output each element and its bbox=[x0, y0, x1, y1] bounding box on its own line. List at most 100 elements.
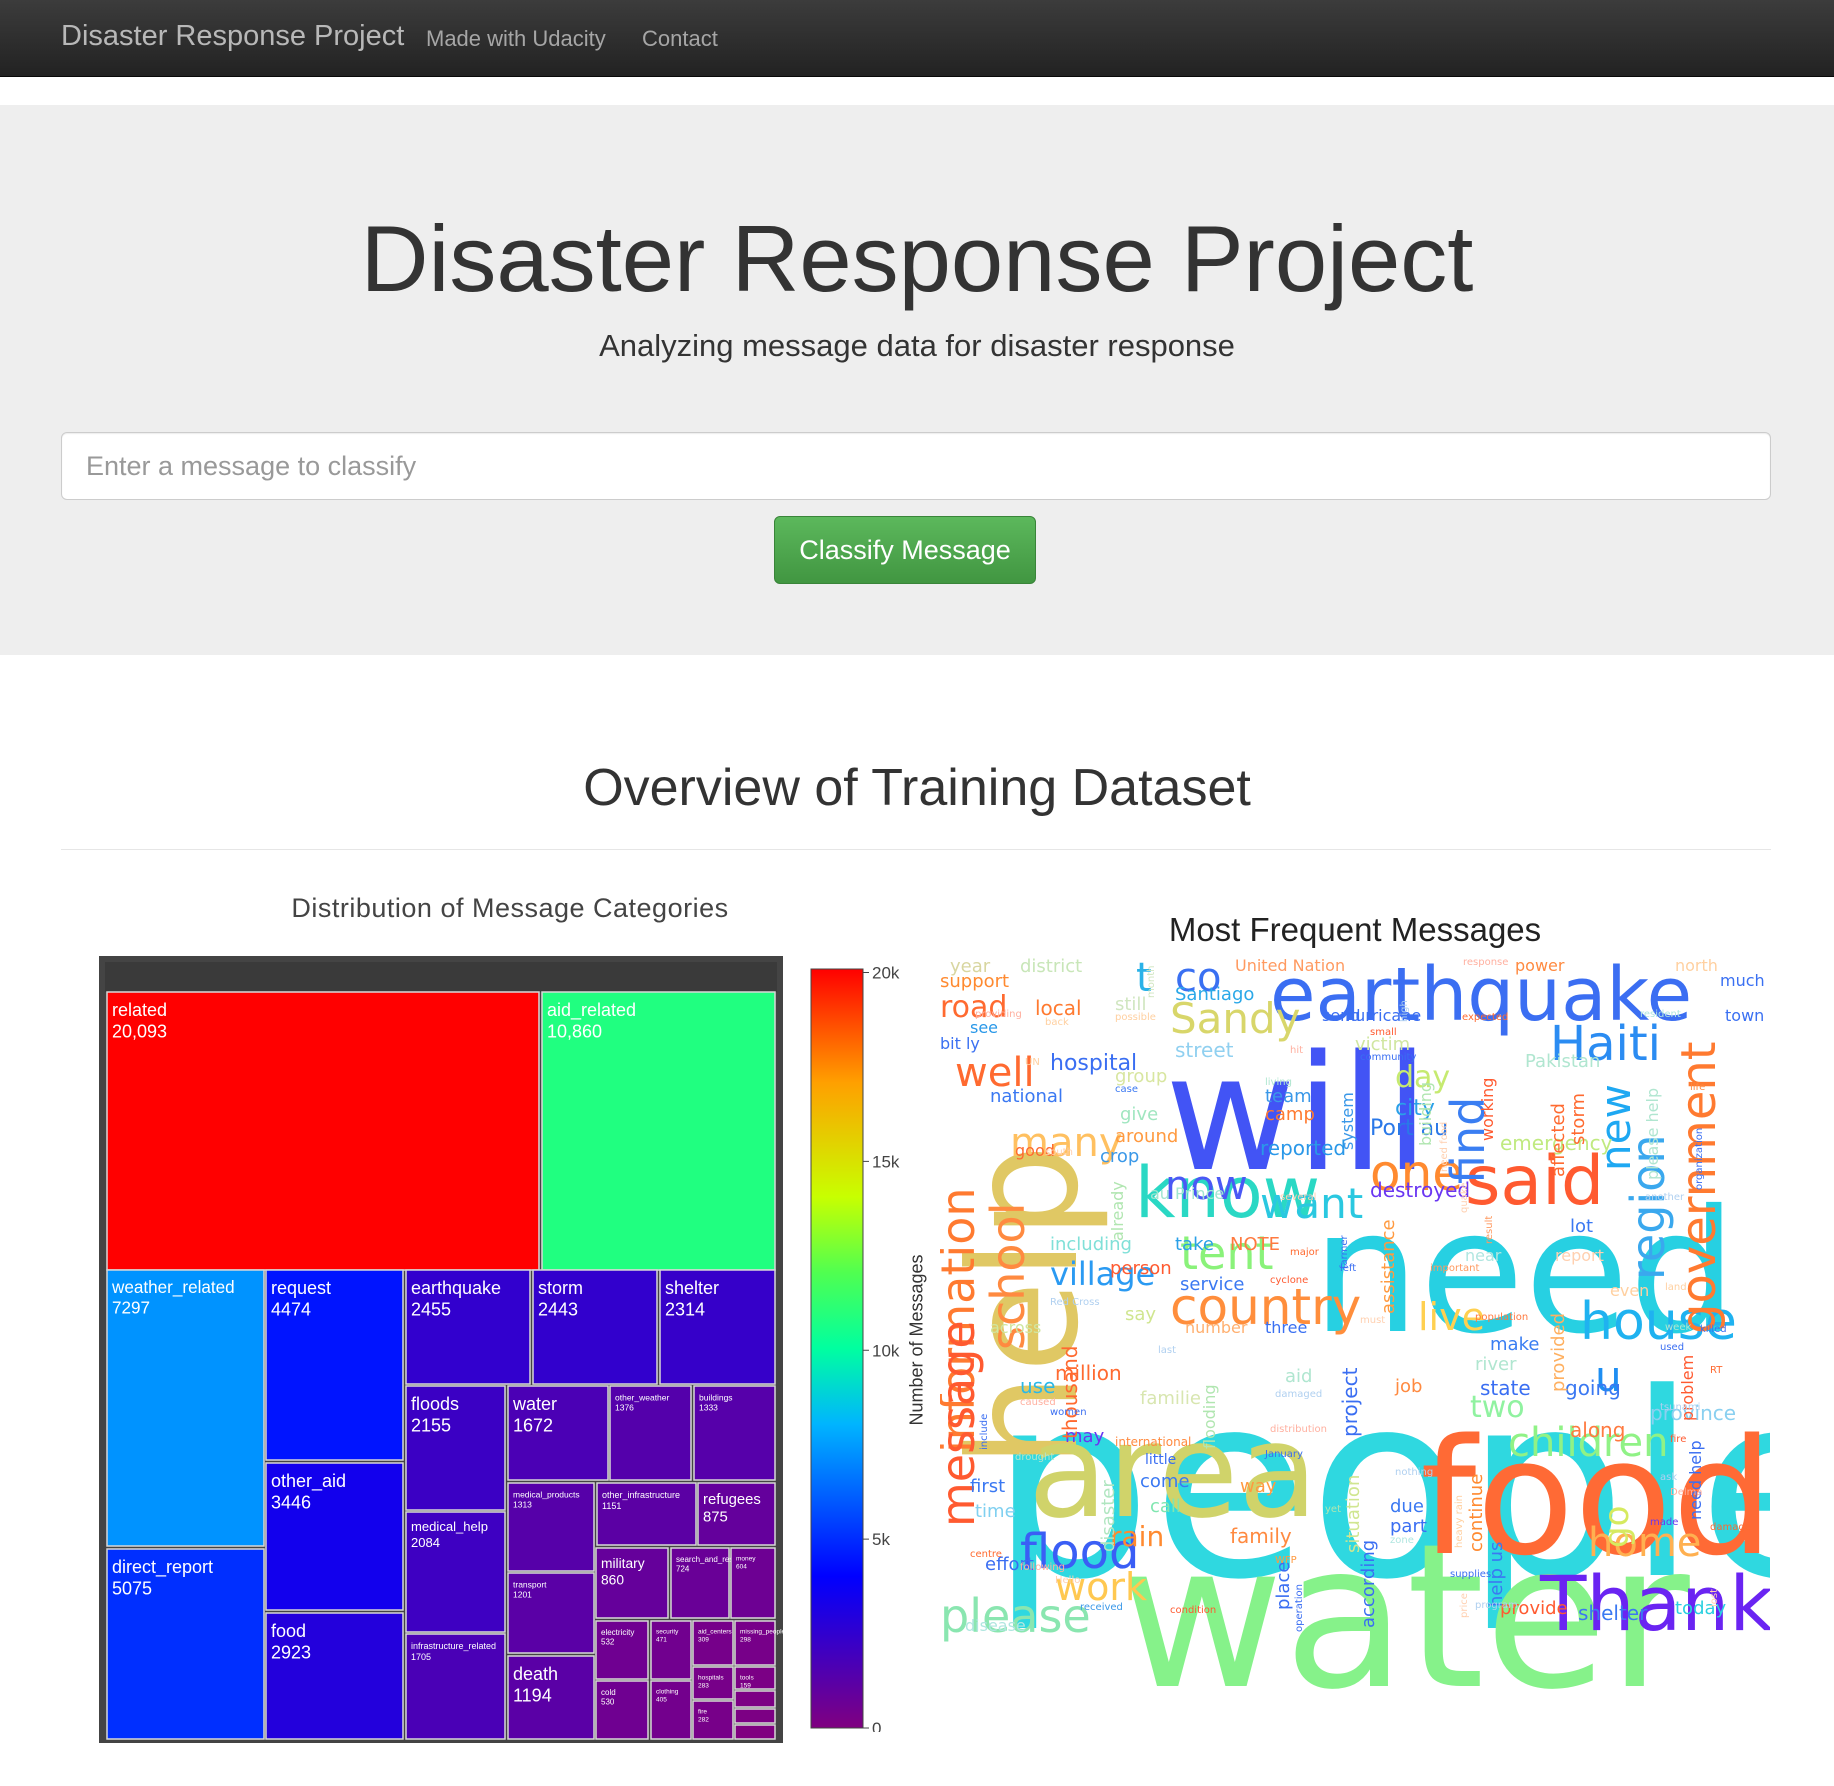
wordcloud-word: familie bbox=[1140, 1388, 1201, 1409]
wordcloud-word: service bbox=[1180, 1274, 1245, 1295]
wordcloud-word: international bbox=[1115, 1435, 1192, 1449]
treemap-tile-request[interactable] bbox=[265, 1269, 404, 1461]
colorbar-tick-label: 10k bbox=[872, 1341, 900, 1360]
wordcloud-word: storm bbox=[1568, 1092, 1589, 1145]
wordcloud-word: first bbox=[970, 1476, 1006, 1497]
wordcloud-word: high bbox=[1399, 1000, 1410, 1022]
wordcloud-word: bit ly bbox=[940, 1034, 980, 1053]
wordcloud-word: case bbox=[1115, 1084, 1138, 1095]
wordcloud-word: new bbox=[1591, 1083, 1640, 1171]
wordcloud-word: January bbox=[1265, 1449, 1303, 1460]
wordcloud-word: building bbox=[1416, 1081, 1435, 1146]
wordcloud-word: need food bbox=[1439, 1121, 1450, 1172]
wordcloud-word: program bbox=[1475, 1600, 1518, 1611]
wordcloud-word: drought bbox=[1015, 1452, 1055, 1463]
wordcloud-word: women bbox=[1050, 1407, 1087, 1418]
wordcloud-word: part bbox=[1390, 1516, 1427, 1537]
wordcloud-word: received bbox=[1080, 1602, 1123, 1613]
nav-link-contact[interactable]: Contact bbox=[642, 26, 718, 52]
treemap-tile-shops[interactable] bbox=[734, 1690, 776, 1708]
treemap-label-storm: storm 2443 bbox=[538, 1278, 583, 1320]
treemap-root-bar bbox=[105, 962, 777, 992]
wordcloud-word: United Nation bbox=[1235, 958, 1346, 975]
wordcloud-word: made bbox=[1650, 1517, 1679, 1528]
wordcloud-word: Port au bbox=[1370, 1116, 1449, 1141]
wordcloud-word: south bbox=[1045, 1147, 1073, 1158]
wordcloud-title: Most Frequent Messages bbox=[1168, 911, 1542, 948]
wordcloud-word: another bbox=[1645, 1192, 1685, 1203]
wordcloud-word: cyclone bbox=[1270, 1275, 1309, 1286]
wordcloud-word: time bbox=[975, 1501, 1016, 1522]
wordcloud-word: ask bbox=[1660, 1472, 1678, 1483]
colorbar-tick-label: 0 bbox=[872, 1719, 881, 1732]
wordcloud-word: across bbox=[990, 1318, 1042, 1337]
treemap-tile-offer[interactable] bbox=[734, 1708, 776, 1724]
colorbar-tick-label: 15k bbox=[872, 1152, 900, 1171]
wordcloud-word: small bbox=[1370, 1027, 1397, 1038]
wordcloud-word: NOTE bbox=[1230, 1234, 1281, 1255]
wordcloud-word: destroyed bbox=[1370, 1178, 1471, 1202]
classify-message-button[interactable]: Classify Message bbox=[774, 516, 1036, 584]
wordcloud-word: team bbox=[1265, 1086, 1312, 1107]
wordcloud-word: little bbox=[1145, 1452, 1177, 1468]
treemap-colorbar: 0 5k 10k 15k 20k bbox=[810, 964, 900, 1732]
wordcloud-word: provided bbox=[1548, 1313, 1569, 1393]
treemap-tile-related[interactable] bbox=[106, 991, 540, 1271]
wordcloud-word: month bbox=[1146, 965, 1157, 998]
wordcloud-word: WFP bbox=[1275, 1555, 1297, 1566]
message-input[interactable] bbox=[61, 432, 1771, 500]
word-cloud: people water need will food help area earthquak… bbox=[940, 958, 1770, 1738]
wordcloud-word: street bbox=[1175, 1038, 1234, 1062]
wordcloud-word: number bbox=[1185, 1318, 1248, 1337]
wordcloud-word: report bbox=[1555, 1246, 1604, 1265]
colorbar-tick-label: 5k bbox=[872, 1530, 890, 1549]
wordcloud-word: want bbox=[1260, 1179, 1364, 1228]
wordcloud-word: give bbox=[1120, 1104, 1159, 1125]
wordcloud-word: resident bbox=[1640, 1009, 1681, 1020]
wordcloud-word: affected bbox=[1548, 1103, 1569, 1178]
wordcloud-word: much bbox=[1720, 971, 1765, 990]
nav-link-made-with-udacity[interactable]: Made with Udacity bbox=[426, 26, 606, 52]
treemap-tile-child_alone[interactable] bbox=[734, 1724, 776, 1740]
wordcloud-word: state bbox=[1480, 1376, 1531, 1400]
treemap-label-cold: cold 530 bbox=[601, 1688, 616, 1707]
colorbar-title: Number of Messages bbox=[906, 1254, 927, 1426]
wordcloud-word: person bbox=[1110, 1258, 1172, 1279]
treemap-label-water: water 1672 bbox=[512, 1394, 557, 1436]
wordcloud-word: thousand bbox=[1058, 1345, 1082, 1439]
wordcloud-word: fire bbox=[1670, 1434, 1687, 1445]
colorbar-gradient bbox=[810, 968, 864, 1729]
treemap-tile-direct_report[interactable] bbox=[106, 1548, 265, 1740]
wordcloud-word: already bbox=[1108, 1181, 1127, 1242]
wordcloud-word: even bbox=[1610, 1281, 1650, 1300]
navbar-brand[interactable]: Disaster Response Project bbox=[61, 20, 404, 53]
treemap-title: Distribution of Message Categories bbox=[291, 893, 729, 923]
wordcloud-word: local bbox=[1035, 996, 1082, 1020]
wordcloud-word: flooding bbox=[1200, 1384, 1219, 1449]
wordcloud-word: come bbox=[1140, 1471, 1190, 1492]
wordcloud-word: support bbox=[940, 971, 1010, 992]
wordcloud-word: disaster bbox=[1098, 1480, 1119, 1553]
category-treemap[interactable]: related 20,093aid_related 10,860weather_re… bbox=[99, 956, 783, 1743]
wordcloud-word: disease bbox=[965, 1616, 1026, 1635]
wordcloud-word: situation bbox=[1343, 1474, 1364, 1554]
wordcloud-word: damaged bbox=[1275, 1389, 1323, 1400]
wordcloud-word: river bbox=[1475, 1354, 1517, 1375]
wordcloud-word: tsunami bbox=[1660, 1402, 1701, 1413]
wordcloud-word: lot bbox=[1570, 1216, 1594, 1237]
wordcloud-word: according bbox=[1358, 1540, 1379, 1629]
navbar: Disaster Response Project Made with Udac… bbox=[0, 0, 1834, 77]
wordcloud-word: continue bbox=[1466, 1474, 1487, 1553]
treemap-label-death: death 1194 bbox=[513, 1664, 558, 1706]
wordcloud-word: quake bbox=[1459, 1182, 1470, 1213]
wordcloud-word: working bbox=[1478, 1077, 1497, 1142]
wordcloud-word: Delma bbox=[1670, 1487, 1703, 1498]
wordcloud-word: damage bbox=[1710, 1522, 1751, 1533]
wordcloud-word: send bbox=[1322, 1006, 1361, 1025]
page-title: Disaster Response Project bbox=[360, 206, 1474, 311]
wordcloud-word: Thank bbox=[1540, 1559, 1770, 1648]
wordcloud-word: assistance bbox=[1378, 1219, 1399, 1314]
wordcloud-word: camp bbox=[1265, 1104, 1315, 1125]
wordcloud-word: go bbox=[1597, 1505, 1637, 1548]
wordcloud-word: community bbox=[1360, 1052, 1417, 1063]
